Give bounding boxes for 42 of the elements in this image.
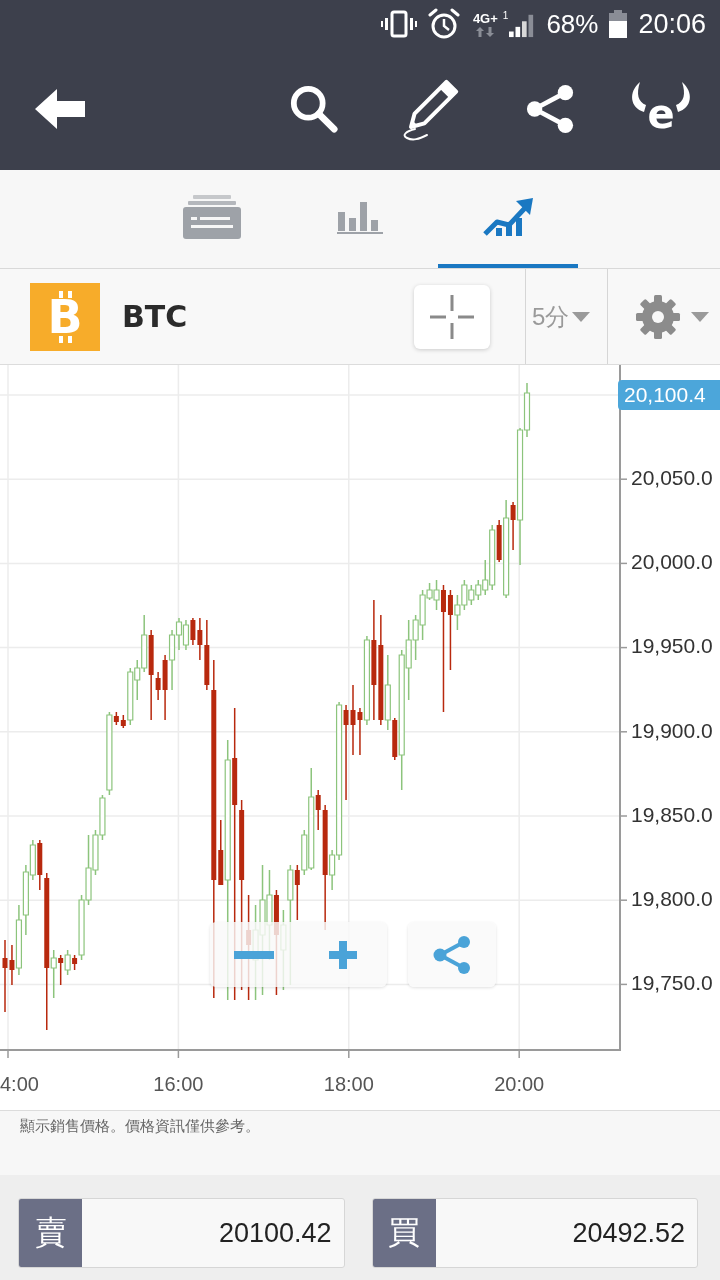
alarm-clock-icon [427, 8, 460, 40]
y-axis-label: 20,050.0 [631, 466, 713, 490]
sim-slot-label: 1 [502, 10, 509, 21]
card-stack-icon [183, 195, 241, 239]
y-axis-label: 20,000.0 [631, 550, 713, 575]
vibrate-icon [380, 10, 417, 38]
x-axis-label: 4:00 [0, 1072, 40, 1096]
chart-share-button[interactable] [408, 922, 496, 987]
crosshair-icon [430, 294, 474, 339]
data-arrows-icon [475, 26, 496, 37]
y-axis-label: 19,750.0 [631, 971, 713, 996]
instrument-symbol: BTC [122, 299, 188, 334]
share-icon [433, 935, 471, 974]
crosshair-button[interactable] [414, 284, 490, 349]
last-price-label: 20,100.4 [618, 380, 720, 410]
x-axis-label: 16:00 [152, 1072, 205, 1096]
trend-chart-icon [483, 198, 533, 236]
battery-icon [609, 10, 628, 38]
search-icon [289, 84, 339, 134]
x-axis-label: 18:00 [322, 1072, 375, 1096]
x-axis-label: 20:00 [493, 1072, 546, 1096]
y-axis-label: 19,800.0 [631, 887, 713, 911]
plus-icon [328, 940, 357, 969]
battery-percent: 68% [546, 9, 599, 39]
minus-icon [234, 950, 275, 959]
y-axis-label: 19,950.0 [631, 634, 713, 659]
bar-chart-icon [337, 200, 383, 234]
signal-icon [509, 12, 536, 38]
bitcoin-logo: B [30, 282, 100, 351]
y-axis-label: 19,900.0 [631, 718, 713, 743]
y-axis-label: 19,850.0 [631, 802, 713, 827]
clock-time: 20:06 [638, 9, 706, 39]
caret-icon [572, 311, 591, 322]
caret-icon [691, 311, 709, 322]
network-type-label: 4G+ [472, 11, 498, 26]
back-arrow-icon [35, 89, 85, 129]
disclaimer-text: 顯示銷售價格。價格資訊僅供參考。 [20, 1117, 260, 1134]
buy-button[interactable]: 買 20492.52 [371, 1198, 698, 1268]
share-icon [525, 84, 575, 134]
settings-icon [635, 293, 681, 340]
horned-logo-button[interactable]: e [628, 80, 694, 138]
sell-button[interactable]: 賣 20100.42 [18, 1198, 345, 1268]
